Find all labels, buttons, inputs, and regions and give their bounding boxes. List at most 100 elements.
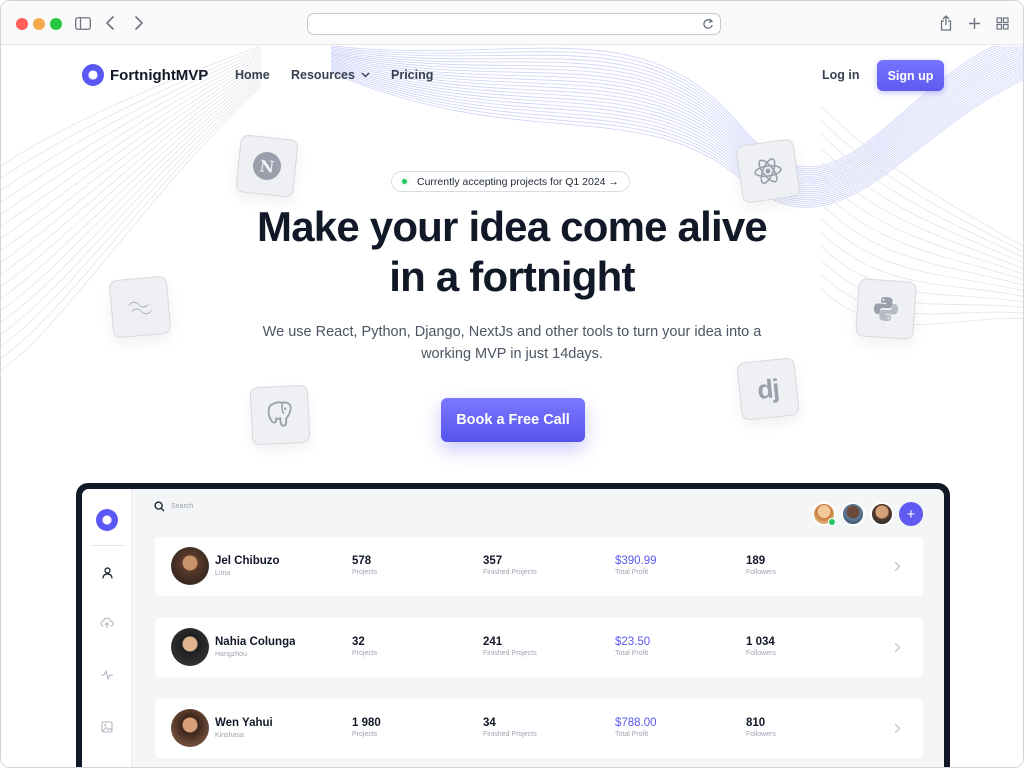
nextjs-tile: N xyxy=(235,134,299,198)
brand-name: FortnightMVP xyxy=(110,66,209,84)
python-icon xyxy=(874,296,898,322)
share-icon[interactable] xyxy=(936,13,956,33)
avatar xyxy=(171,628,209,666)
announcement-text: Currently accepting projects for Q1 2024… xyxy=(417,175,619,188)
postgresql-elephant-icon xyxy=(267,401,292,427)
react-tile xyxy=(735,138,801,204)
table-row[interactable]: Wen Yahui Kinshasa 1 980 Projects 34 Finished… xyxy=(155,699,923,758)
forward-icon[interactable] xyxy=(129,13,149,33)
projects-stat: 578 Projects xyxy=(352,555,377,576)
add-member-button[interactable]: + xyxy=(899,502,923,526)
back-icon[interactable] xyxy=(100,13,120,33)
followers-value: 1 034 xyxy=(746,636,775,648)
zoom-window-button[interactable] xyxy=(50,18,62,30)
finished-label: Finished Projects xyxy=(483,731,537,738)
profit-label: Total Profit xyxy=(615,731,649,738)
tabs-overview-icon[interactable] xyxy=(992,13,1012,33)
activity-icon[interactable] xyxy=(99,667,115,683)
followers-label: Followers xyxy=(746,569,776,576)
minimize-window-button[interactable] xyxy=(33,18,45,30)
user-name: Jel Chibuzo xyxy=(215,555,280,567)
address-bar[interactable] xyxy=(307,13,721,35)
nav-home-link[interactable]: Home xyxy=(235,68,270,82)
dashboard-logo-icon xyxy=(96,509,118,531)
sidebar-divider xyxy=(90,545,126,546)
table-row[interactable]: Nahia Colunga Hangzhou 32 Projects 241 Finish… xyxy=(155,618,923,677)
profit-stat: $23.50 Total Profit xyxy=(615,636,650,657)
search-placeholder: Search xyxy=(171,503,194,510)
top-navbar: FortnightMVP Home Resources Pricing Log … xyxy=(1,46,1023,106)
followers-label: Followers xyxy=(746,731,776,738)
finished-value: 241 xyxy=(483,636,503,648)
close-window-button[interactable] xyxy=(16,18,28,30)
nav-resources-dropdown[interactable]: Resources xyxy=(291,68,370,82)
profit-label: Total Profit xyxy=(615,650,649,657)
team-avatars: + xyxy=(812,502,923,526)
projects-value: 32 xyxy=(352,636,365,648)
followers-stat: 810 Followers xyxy=(746,717,776,738)
chevron-right-icon[interactable] xyxy=(894,721,901,739)
announcement-badge[interactable]: Currently accepting projects for Q1 2024… xyxy=(391,171,630,192)
sidebar-toggle-icon[interactable] xyxy=(73,13,93,33)
followers-value: 189 xyxy=(746,555,766,567)
chevron-right-icon[interactable] xyxy=(894,559,901,577)
projects-stat: 1 980 Projects xyxy=(352,717,381,738)
nav-pricing-link[interactable]: Pricing xyxy=(391,68,433,82)
profit-label: Total Profit xyxy=(615,569,649,576)
avatar xyxy=(171,709,209,747)
book-call-button[interactable]: Book a Free Call xyxy=(441,398,585,442)
user-city: Lima xyxy=(215,570,231,577)
profit-stat: $788.00 Total Profit xyxy=(615,717,657,738)
avatar xyxy=(171,547,209,585)
user-city: Kinshasa xyxy=(215,732,244,739)
django-icon: dj xyxy=(755,372,781,405)
python-tile xyxy=(855,278,917,340)
new-tab-icon[interactable] xyxy=(964,13,984,33)
avatar[interactable] xyxy=(870,502,894,526)
projects-label: Projects xyxy=(352,650,378,657)
image-icon[interactable] xyxy=(99,719,115,735)
user-icon[interactable] xyxy=(99,565,115,581)
finished-label: Finished Projects xyxy=(483,569,537,576)
dashboard-screen: Search + Jel Chibuzo Lima 578 Projects 357 Fi… xyxy=(82,489,944,767)
brand-mark-icon xyxy=(82,64,104,86)
dashboard-preview: Search + Jel Chibuzo Lima 578 Projects 357 Fi… xyxy=(76,483,950,767)
projects-stat: 32 Projects xyxy=(352,636,377,657)
avatar[interactable] xyxy=(812,502,836,526)
reload-icon[interactable] xyxy=(702,17,714,36)
followers-label: Followers xyxy=(746,650,776,657)
profit-value: $23.50 xyxy=(615,636,651,648)
finished-value: 357 xyxy=(483,555,503,567)
react-icon xyxy=(754,158,782,184)
nav-resources-label: Resources xyxy=(291,68,355,82)
avatar[interactable] xyxy=(841,502,865,526)
search-icon xyxy=(154,501,165,512)
dashboard-search[interactable]: Search xyxy=(154,501,193,512)
django-tile: dj xyxy=(736,357,800,421)
dashboard-sidebar xyxy=(82,489,132,767)
cloud-upload-icon[interactable] xyxy=(99,615,115,631)
finished-stat: 357 Finished Projects xyxy=(483,555,537,576)
brand-logo[interactable]: FortnightMVP xyxy=(82,64,208,86)
login-link[interactable]: Log in xyxy=(822,68,860,82)
hero-title-line-1: Make your idea come alive xyxy=(257,203,768,250)
browser-window: FortnightMVP Home Resources Pricing Log … xyxy=(0,0,1024,768)
followers-stat: 189 Followers xyxy=(746,555,776,576)
chevron-right-icon[interactable] xyxy=(894,640,901,658)
projects-label: Projects xyxy=(352,569,378,576)
table-row[interactable]: Jel Chibuzo Lima 578 Projects 357 Finished Pr… xyxy=(155,537,923,596)
profit-stat: $390.99 Total Profit xyxy=(615,555,657,576)
tailwind-tile xyxy=(108,275,172,339)
hero-subtitle-line-2: working MVP in just 14days. xyxy=(421,346,603,362)
finished-value: 34 xyxy=(483,717,496,729)
profit-value: $788.00 xyxy=(615,717,657,729)
projects-value: 1 980 xyxy=(352,717,381,729)
online-status-dot xyxy=(828,518,836,526)
signup-button[interactable]: Sign up xyxy=(877,60,944,91)
nextjs-icon: N xyxy=(251,150,283,182)
user-name: Nahia Colunga xyxy=(215,636,295,648)
profit-value: $390.99 xyxy=(615,555,657,567)
finished-stat: 34 Finished Projects xyxy=(483,717,537,738)
projects-label: Projects xyxy=(352,731,378,738)
followers-value: 810 xyxy=(746,717,766,729)
